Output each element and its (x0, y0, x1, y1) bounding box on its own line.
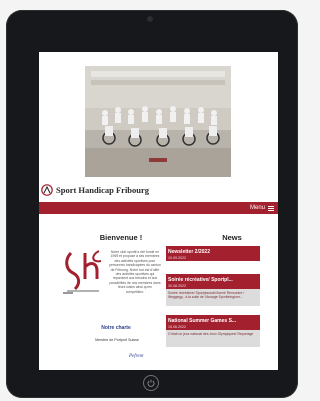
news-headline: Soirée récréative/ Sportpl... (168, 277, 233, 283)
news-card-header: Newsletter 2/2022 10.09.2022 (166, 246, 260, 261)
camera-icon (147, 16, 153, 22)
home-button-icon[interactable] (143, 375, 159, 391)
charter-link[interactable]: Notre charte (90, 325, 142, 331)
site-brand[interactable]: Sport Handicap Fribourg (41, 183, 149, 197)
welcome-heading: Bienvenue ! (99, 233, 143, 242)
main-navbar: Menu (39, 202, 278, 214)
news-card-header: Soirée récréative/ Sportpl... 30.08.2022 (166, 274, 260, 289)
news-excerpt: C'était un jeux national des Jeux Olympi… (166, 330, 260, 347)
menu-label: Menu (249, 205, 265, 211)
news-card[interactable]: Soirée récréative/ Sportpl... 30.08.2022… (166, 274, 260, 306)
news-card[interactable]: National Summer Games S... 15.06.2022 C'… (166, 315, 260, 347)
site-name: Sport Handicap Fribourg (56, 185, 150, 195)
news-heading: News (222, 233, 242, 242)
news-headline: Newsletter 2/2022 (168, 249, 210, 255)
member-text: Membre de Portport Suisse (95, 338, 139, 342)
news-date: 30.08.2022 (168, 284, 186, 288)
news-card[interactable]: Newsletter 2/2022 10.09.2022 (166, 246, 260, 261)
news-date: 15.06.2022 (168, 325, 186, 329)
site-logo-icon (41, 184, 53, 196)
welcome-intro: Notre club sportif a été fondé en 1969 e… (109, 250, 161, 294)
signature: Pefrent (129, 354, 144, 359)
power-icon (147, 379, 155, 387)
team-photo (85, 66, 231, 177)
news-date: 10.09.2022 (168, 256, 186, 260)
news-excerpt: Soirée récréative/ Sportplausch/Avenir R… (166, 289, 260, 306)
screen: Sport Handicap Fribourg Menu Bienvenue !… (39, 52, 278, 370)
menu-button[interactable]: Menu (250, 202, 274, 214)
news-card-header: National Summer Games S... 15.06.2022 (166, 315, 260, 330)
club-logo (63, 250, 102, 294)
news-headline: National Summer Games S... (168, 318, 237, 324)
tablet-frame: Sport Handicap Fribourg Menu Bienvenue !… (6, 10, 298, 398)
hamburger-icon (268, 205, 274, 211)
